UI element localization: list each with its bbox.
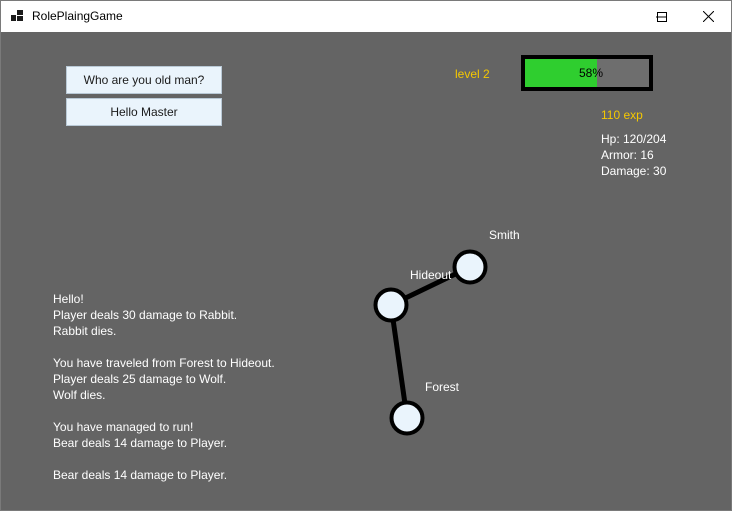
location-label-forest: Forest (425, 380, 460, 394)
log-line: Bear deals 14 damage to Player. (53, 436, 228, 450)
log-line: You have traveled from Forest to Hideout… (53, 356, 275, 370)
log-line: You have managed to run! (53, 420, 194, 434)
app-icon (11, 10, 23, 22)
location-label-hideout: Hideout (410, 268, 452, 282)
message-log: Hello! Player deals 30 damage to Rabbit.… (53, 291, 275, 483)
close-icon (702, 11, 714, 22)
maximize-icon (657, 11, 667, 22)
title-bar[interactable]: RolePlaingGame (1, 1, 731, 32)
maximize-button[interactable] (639, 1, 685, 32)
window-title: RolePlaingGame (32, 9, 123, 23)
log-line: Hello! (53, 292, 84, 306)
log-line: Player deals 25 damage to Wolf. (53, 372, 227, 386)
log-line: Wolf dies. (53, 388, 106, 402)
game-window: RolePlaingGame Who are you old man? Hell… (0, 0, 732, 511)
location-label-smith: Smith (489, 228, 520, 242)
log-line: Rabbit dies. (53, 324, 117, 338)
location-node-smith[interactable] (452, 249, 488, 285)
location-node-forest[interactable] (389, 400, 425, 436)
log-line: Player deals 30 damage to Rabbit. (53, 308, 238, 322)
game-area: Who are you old man? Hello Master level … (1, 32, 731, 510)
location-node-hideout[interactable] (373, 287, 409, 323)
close-button[interactable] (685, 1, 731, 32)
log-line: Bear deals 14 damage to Player. (53, 468, 228, 482)
